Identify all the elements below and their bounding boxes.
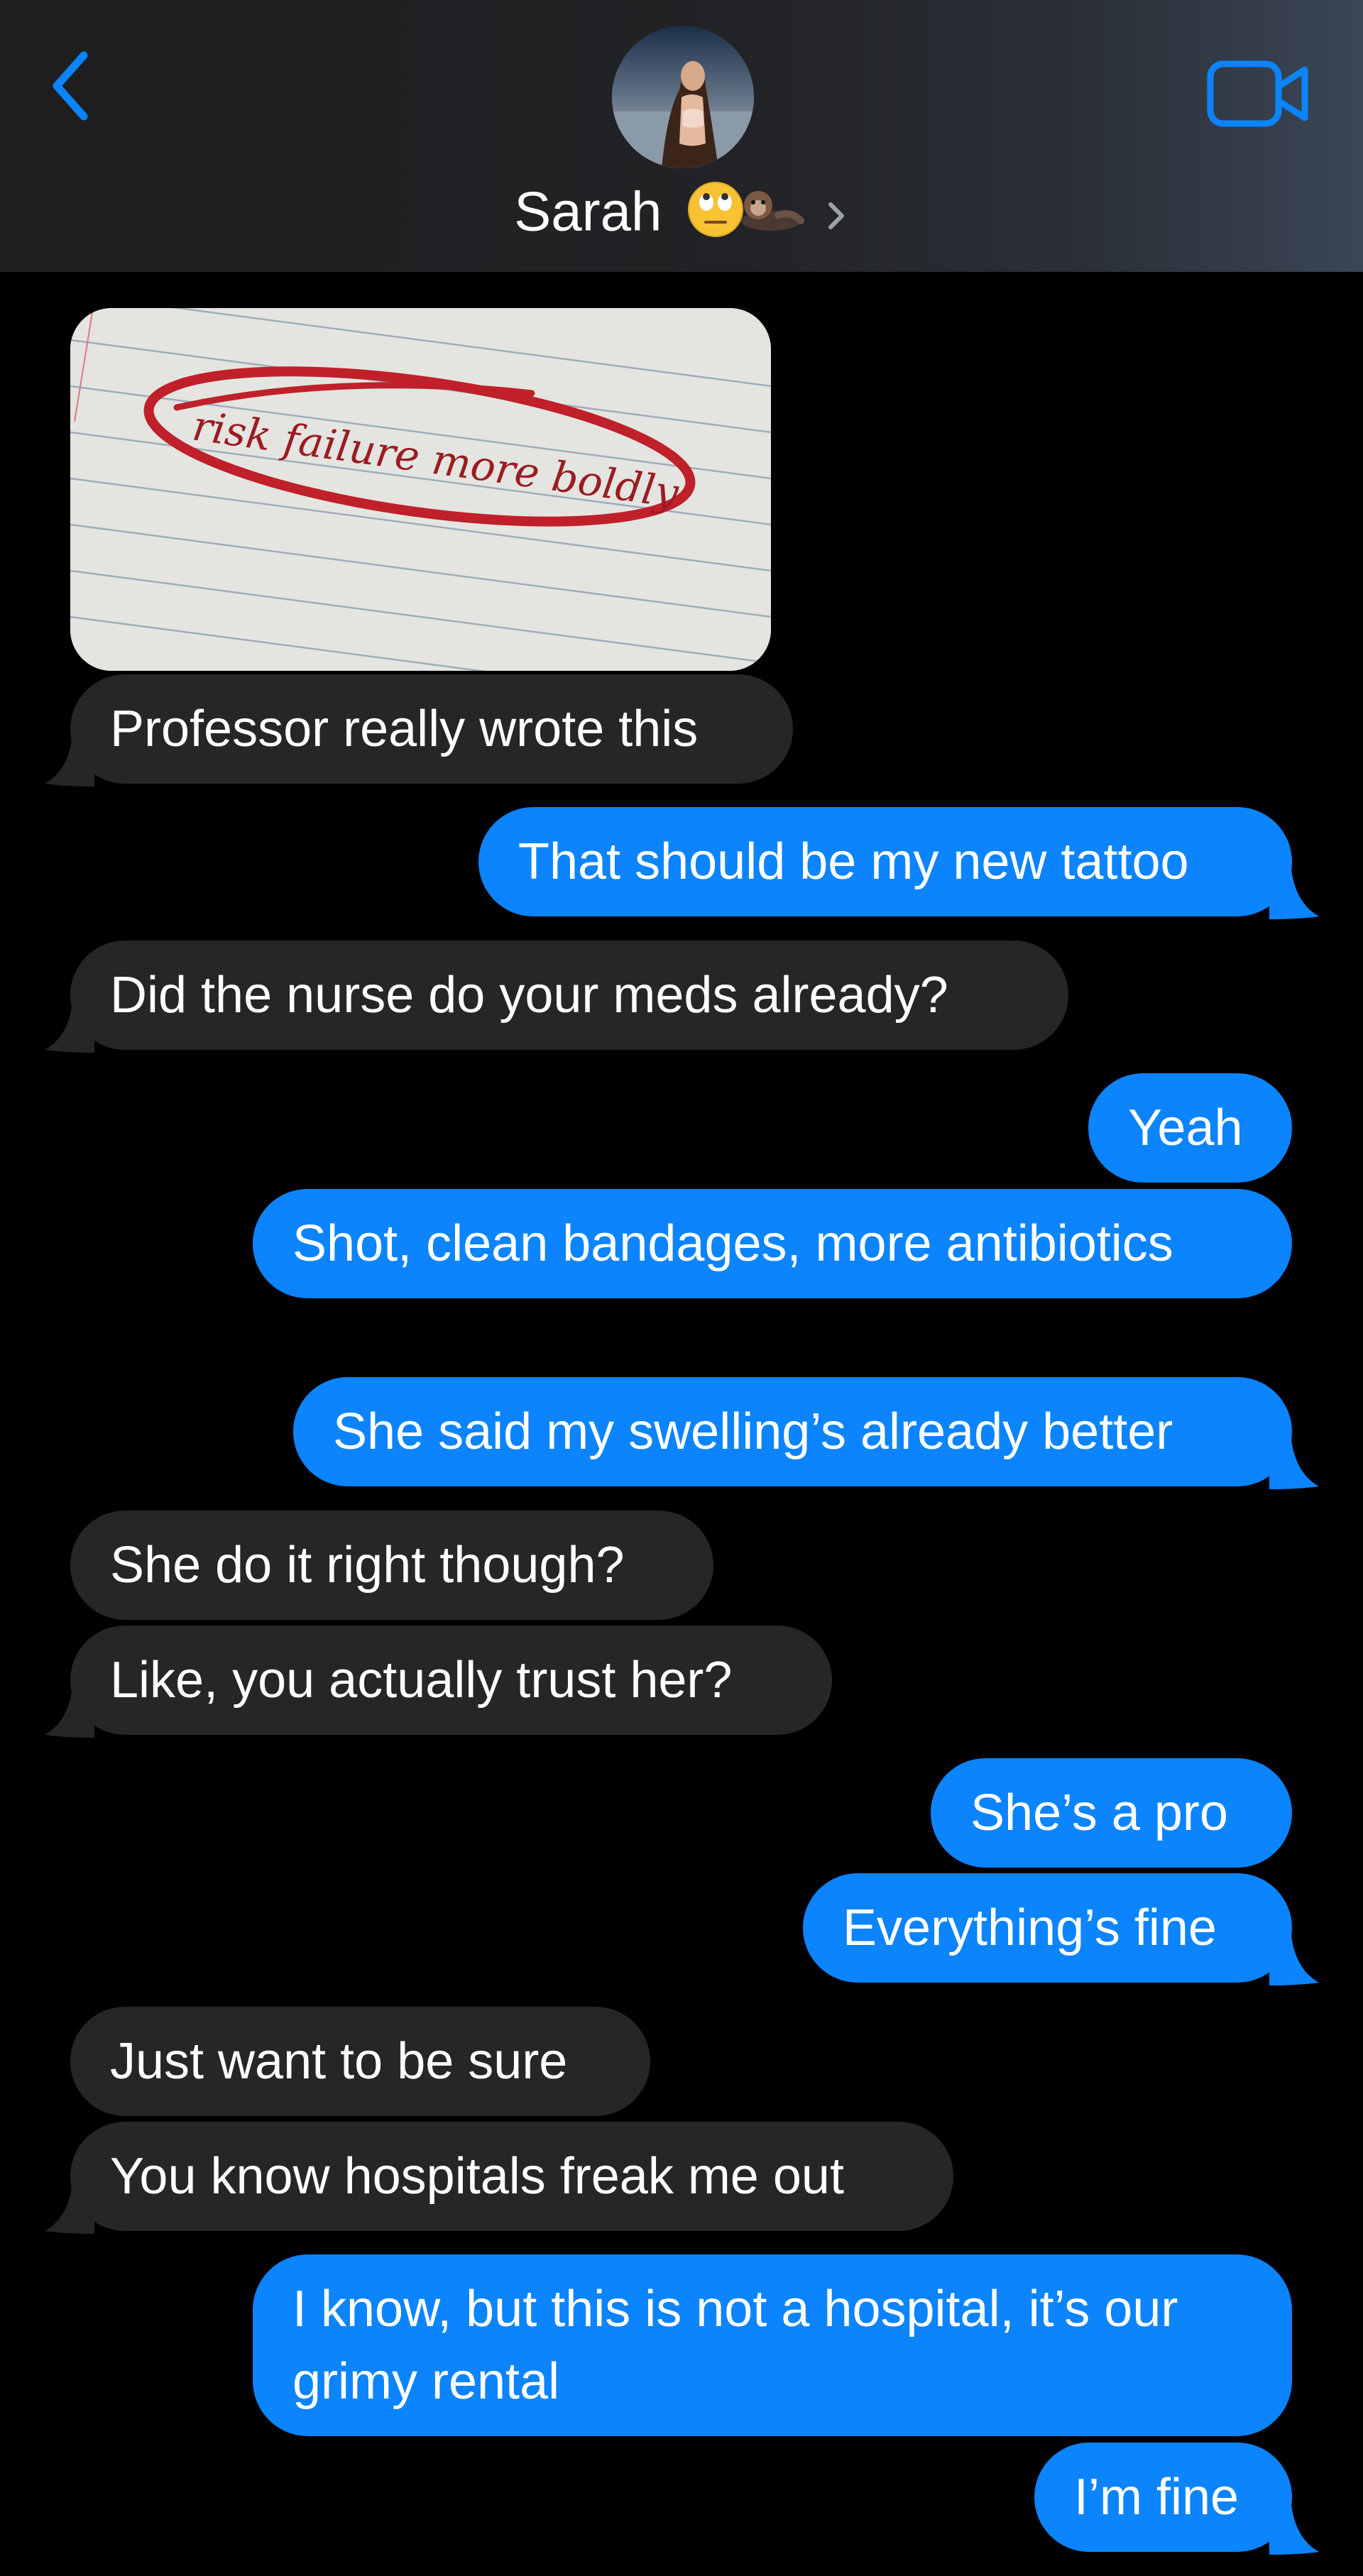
message-bubble-incoming[interactable]: You know hospitals freak me out <box>45 2122 953 2234</box>
message-bubble-outgoing[interactable]: Everything’s fine <box>803 1873 1319 1985</box>
message-bubble-incoming[interactable]: She do it right though? <box>70 1511 713 1620</box>
bubble-tail <box>45 1681 94 1738</box>
message-text: That should be my new tattoo <box>518 833 1189 890</box>
message-bubble-outgoing[interactable]: I’m fine <box>1034 2443 1319 2555</box>
contact-name-row[interactable]: Sarah <box>0 174 1363 258</box>
message-text: Like, you actually trust her? <box>110 1652 733 1709</box>
message-bubble-incoming[interactable]: Did the nurse do your meds already? <box>45 941 1068 1053</box>
photo-attachment[interactable]: risk failure more boldly <box>70 308 771 671</box>
message-text: Shot, clean bandages, more antibiotics <box>292 1215 1173 1272</box>
conversation-header: Sarah <box>0 0 1363 272</box>
message-bubble-outgoing[interactable]: She said my swelling’s already better <box>293 1377 1319 1489</box>
message-text: Professor really wrote this <box>110 701 699 757</box>
bubble-tail <box>1269 862 1319 919</box>
message-bubble-outgoing[interactable]: I know, but this is not a hospital, it’s… <box>253 2254 1292 2436</box>
message-text: I know, but this is not a hospital, it’s… <box>292 2281 1178 2410</box>
message-text: She said my swelling’s already better <box>333 1403 1173 1460</box>
message-text: Yeah <box>1128 1100 1243 1156</box>
message-bubble-incoming[interactable]: Just want to be sure <box>70 2007 650 2116</box>
message-text: Everything’s fine <box>843 1900 1217 1956</box>
message-text: She do it right though? <box>110 1537 625 1594</box>
message-bubble-incoming[interactable]: Professor really wrote this <box>45 674 793 786</box>
contact-emoji <box>687 174 822 258</box>
bubble-tail <box>1269 1432 1319 1489</box>
message-text: Did the nurse do your meds already? <box>110 967 948 1024</box>
bubble-tail <box>1269 2498 1319 2555</box>
bubble-tail <box>45 2177 94 2234</box>
contact-name: Sarah <box>514 180 662 243</box>
bubble-tail <box>45 730 94 786</box>
message-bubble-outgoing[interactable]: Yeah <box>1088 1073 1292 1183</box>
message-bubble-outgoing[interactable]: She’s a pro <box>931 1758 1292 1868</box>
message-text: Just want to be sure <box>110 2033 568 2090</box>
message-text: You know hospitals freak me out <box>110 2148 844 2205</box>
chevron-left-icon[interactable] <box>47 47 97 125</box>
bubble-tail <box>1269 1929 1319 1985</box>
message-text: She’s a pro <box>970 1785 1228 1841</box>
message-bubble-incoming[interactable]: Like, you actually trust her? <box>45 1626 832 1738</box>
contact-avatar[interactable] <box>612 26 754 168</box>
message-bubble-outgoing[interactable]: Shot, clean bandages, more antibiotics <box>253 1189 1292 1298</box>
bubble-tail <box>45 996 94 1053</box>
message-text: I’m fine <box>1074 2469 1239 2526</box>
eye-roll-otter-emoji-icon <box>688 182 805 237</box>
message-bubble-outgoing[interactable]: That should be my new tattoo <box>478 807 1319 919</box>
video-camera-icon[interactable] <box>1207 58 1310 129</box>
chevron-right-icon <box>828 202 844 229</box>
